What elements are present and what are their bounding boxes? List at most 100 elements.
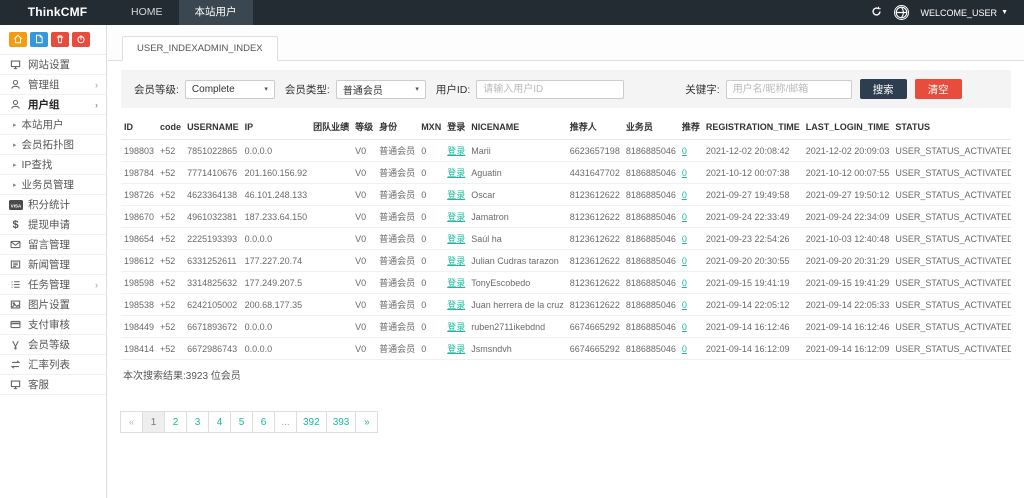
sidebar-item-0[interactable]: 网站设置 <box>0 55 106 75</box>
login-as-link[interactable]: 登录 <box>447 300 465 310</box>
cell-referrer: 6674665292 <box>570 344 620 354</box>
clear-button[interactable]: 清空 <box>915 79 962 99</box>
login-as-link[interactable]: 登录 <box>447 212 465 222</box>
page-button-»[interactable]: » <box>355 411 378 433</box>
sidebar-item-label: 任务管理 <box>28 277 70 292</box>
login-as-link[interactable]: 登录 <box>447 190 465 200</box>
page-button-4[interactable]: 4 <box>208 411 231 433</box>
sidebar-item-10[interactable]: 新闻管理 <box>0 255 106 275</box>
login-as-link[interactable]: 登录 <box>447 146 465 156</box>
sidebar-item-8[interactable]: $ 提现申请 <box>0 215 106 235</box>
login-as-link[interactable]: 登录 <box>447 344 465 354</box>
cell-id: 198598 <box>124 278 154 288</box>
sidebar-item-15[interactable]: 汇率列表 <box>0 355 106 375</box>
monitor-icon <box>8 379 23 390</box>
login-as-link[interactable]: 登录 <box>447 278 465 288</box>
cell-referrer: 4431647702 <box>570 168 620 178</box>
page-button-1[interactable]: 1 <box>142 411 165 433</box>
member-type-value: 普通会员 <box>343 82 383 97</box>
sidebar-item-11[interactable]: 任务管理› <box>0 275 106 295</box>
file-icon <box>34 34 44 46</box>
topbar-right: WELCOME_USER ▼ <box>871 0 1024 25</box>
cell-last_login: 2021-09-24 22:34:09 <box>806 212 890 222</box>
sidebar-item-label: 汇率列表 <box>28 357 70 372</box>
sidebar-item-label: 会员等级 <box>28 337 70 352</box>
result-summary: 本次搜索结果:3923 位会员 <box>121 360 1011 389</box>
recommend-count-link[interactable]: 0 <box>682 256 687 266</box>
sidebar-item-12[interactable]: 图片设置 <box>0 295 106 315</box>
table-row: 198726+52462336413846.101.248.133V0普通会员0… <box>121 184 1011 206</box>
login-as-link[interactable]: 登录 <box>447 234 465 244</box>
page-button-6[interactable]: 6 <box>252 411 275 433</box>
sidebar-item-2[interactable]: 用户组› <box>0 95 106 115</box>
column-header-nicename: NICENAME <box>468 114 567 140</box>
page-button-3[interactable]: 3 <box>186 411 209 433</box>
login-as-link[interactable]: 登录 <box>447 256 465 266</box>
cell-level: V0 <box>355 278 366 288</box>
page-button-2[interactable]: 2 <box>164 411 187 433</box>
sidebar-item-6[interactable]: ▸业务员管理 <box>0 175 106 195</box>
sidebar: 网站设置管理组›用户组›▸本站用户▸会员拓扑图▸IP查找▸业务员管理 VISA 积分… <box>0 25 107 498</box>
cell-mxn: 0 <box>421 344 426 354</box>
recommend-count-link[interactable]: 0 <box>682 300 687 310</box>
keyword-input[interactable] <box>726 80 852 99</box>
recommend-count-link[interactable]: 0 <box>682 168 687 178</box>
sidebar-item-label: 提现申请 <box>28 217 70 232</box>
app-logo[interactable]: ThinkCMF <box>0 0 115 25</box>
visa-icon: VISA <box>8 200 23 210</box>
card-icon <box>8 319 23 330</box>
caret-right-icon: ▸ <box>13 121 17 129</box>
quick-power-button[interactable] <box>72 32 90 47</box>
page-button-5[interactable]: 5 <box>230 411 253 433</box>
recommend-count-link[interactable]: 0 <box>682 278 687 288</box>
cell-agent: 8186885046 <box>626 278 676 288</box>
cell-identity: 普通会员 <box>379 234 415 244</box>
topnav-item-1[interactable]: 本站用户 <box>179 0 253 25</box>
sidebar-item-13[interactable]: 支付审核 <box>0 315 106 335</box>
sidebar-item-14[interactable]: 会员等级 <box>0 335 106 355</box>
sidebar-item-5[interactable]: ▸IP查找 <box>0 155 106 175</box>
cell-level: V0 <box>355 300 366 310</box>
page-button-393[interactable]: 393 <box>326 411 357 433</box>
sidebar-item-3[interactable]: ▸本站用户 <box>0 115 106 135</box>
cell-username: 4961032381 <box>187 212 237 222</box>
cell-reg_time: 2021-09-14 22:05:12 <box>706 300 790 310</box>
sidebar-item-4[interactable]: ▸会员拓扑图 <box>0 135 106 155</box>
cell-referrer: 8123612622 <box>570 278 620 288</box>
refresh-icon[interactable] <box>871 6 882 20</box>
table-row: 198414+5266729867430.0.0.0V0普通会员0登录Jsmsn… <box>121 338 1011 360</box>
recommend-count-link[interactable]: 0 <box>682 322 687 332</box>
page-button-«: « <box>120 411 143 433</box>
topnav-item-0[interactable]: HOME <box>115 0 179 25</box>
tab-user-index[interactable]: USER_INDEXADMIN_INDEX <box>122 36 278 61</box>
dollar-icon: $ <box>8 219 23 231</box>
cell-referrer: 8123612622 <box>570 190 620 200</box>
member-level-select[interactable]: Complete ▾ <box>185 80 275 99</box>
member-level-value: Complete <box>192 84 235 95</box>
recommend-count-link[interactable]: 0 <box>682 234 687 244</box>
recommend-count-link[interactable]: 0 <box>682 212 687 222</box>
quick-trash-button[interactable] <box>51 32 69 47</box>
user-id-input[interactable] <box>476 80 624 99</box>
sidebar-item-1[interactable]: 管理组› <box>0 75 106 95</box>
member-type-select[interactable]: 普通会员 ▾ <box>336 80 426 99</box>
cell-code: +52 <box>160 278 175 288</box>
sidebar-item-9[interactable]: 留言管理 <box>0 235 106 255</box>
avatar[interactable] <box>894 5 909 20</box>
login-as-link[interactable]: 登录 <box>447 322 465 332</box>
recommend-count-link[interactable]: 0 <box>682 190 687 200</box>
sidebar-item-16[interactable]: 客服 <box>0 375 106 395</box>
sidebar-item-label: 积分统计 <box>28 197 70 212</box>
quick-home-button[interactable] <box>9 32 27 47</box>
sidebar-item-7[interactable]: VISA 积分统计 <box>0 195 106 215</box>
column-header-mxn: MXN <box>418 114 444 140</box>
page-button-392[interactable]: 392 <box>296 411 327 433</box>
search-button[interactable]: 搜索 <box>860 79 907 99</box>
quick-file-button[interactable] <box>30 32 48 47</box>
cell-referrer: 8123612622 <box>570 212 620 222</box>
login-as-link[interactable]: 登录 <box>447 168 465 178</box>
cell-ip: 0.0.0.0 <box>245 146 273 156</box>
user-menu[interactable]: WELCOME_USER ▼ <box>921 8 1008 18</box>
recommend-count-link[interactable]: 0 <box>682 146 687 156</box>
recommend-count-link[interactable]: 0 <box>682 344 687 354</box>
